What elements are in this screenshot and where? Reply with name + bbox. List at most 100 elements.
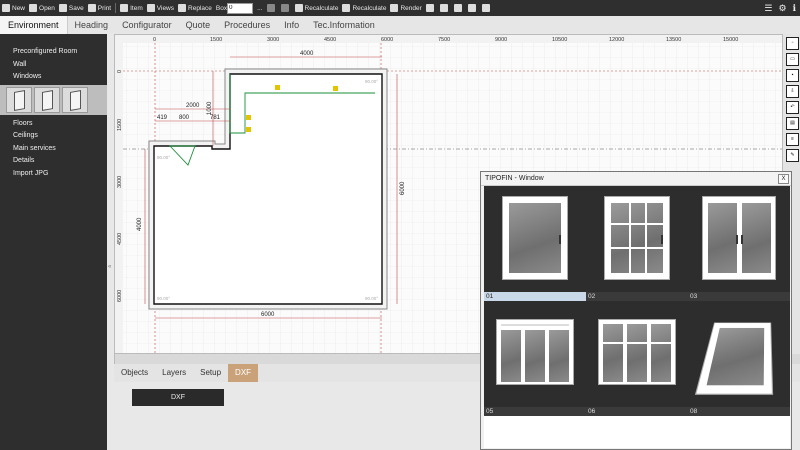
window-cell-03[interactable]: 03 xyxy=(688,186,790,301)
zoom-in-button[interactable] xyxy=(452,0,466,16)
frame-button[interactable] xyxy=(438,0,452,16)
x-tick: 13500 xyxy=(666,37,681,43)
window-preview xyxy=(502,196,568,280)
sidebar-item-wall[interactable]: Wall xyxy=(0,59,107,72)
window-thumb-1[interactable] xyxy=(6,86,32,113)
new-page-icon[interactable]: ▫ xyxy=(786,37,799,50)
zoom-fit-button[interactable] xyxy=(480,0,494,16)
tab-quote[interactable]: Quote xyxy=(179,16,218,34)
dxf-icon[interactable]: ▤ xyxy=(786,117,799,130)
tab-tec-information[interactable]: Tec.Information xyxy=(306,16,382,34)
menu-icon[interactable]: ☰ xyxy=(764,3,772,14)
dim-left-height: 4000 xyxy=(137,217,143,231)
sidebar-item-details[interactable]: Details xyxy=(0,155,107,168)
export-icon[interactable]: ⇩ xyxy=(786,85,799,98)
vertical-ruler xyxy=(115,35,123,353)
y-tick: 6000 xyxy=(117,290,123,302)
window-cell-08[interactable]: 08 xyxy=(688,301,790,416)
window-cell-06[interactable]: 06 xyxy=(586,301,688,416)
window-cell-02[interactable]: 02 xyxy=(586,186,688,301)
y-tick: 4500 xyxy=(117,233,123,245)
window-cell-05[interactable]: 05 xyxy=(484,301,586,416)
folder-icon xyxy=(29,4,38,12)
main-toolbar: New Open Save Print Item Views Replace B… xyxy=(0,0,800,16)
zoom-out-icon xyxy=(467,4,476,12)
dialog-titlebar[interactable]: TIPOFIN - Window X xyxy=(481,172,791,186)
box-field: Box xyxy=(214,0,255,16)
toolbar-right: ☰ ⚙ ℹ xyxy=(764,0,796,16)
folder-icon[interactable]: ▭ xyxy=(786,53,799,66)
tab-heading[interactable]: Heading xyxy=(68,16,116,34)
cell-label: 08 xyxy=(688,407,790,416)
new-button[interactable]: New xyxy=(0,0,27,16)
render-button[interactable]: Render xyxy=(388,0,423,16)
y-tick: 0 xyxy=(117,70,123,73)
render-icon xyxy=(390,4,399,12)
sidebar-item-floors[interactable]: Floors xyxy=(0,118,107,131)
views-icon xyxy=(146,4,155,12)
tab-dxf[interactable]: DXF xyxy=(228,364,259,382)
recalculate-icon xyxy=(294,4,303,12)
sidebar-item-windows[interactable]: Windows xyxy=(0,71,107,84)
dxf-button[interactable]: DXF xyxy=(132,389,224,406)
tab-procedures[interactable]: Procedures xyxy=(217,16,277,34)
more-button[interactable]: ... xyxy=(255,0,264,16)
sidebar-item-import-jpg[interactable]: Import JPG xyxy=(0,168,107,181)
tab-setup[interactable]: Setup xyxy=(193,364,228,382)
tab-environment[interactable]: Environment xyxy=(0,16,68,34)
new-file-icon xyxy=(2,4,10,12)
tab-info[interactable]: Info xyxy=(277,16,306,34)
dim-seg2: 800 xyxy=(179,115,190,121)
recalculate-button-1[interactable]: Recalculate xyxy=(293,0,341,16)
sidebar-item-preconfigured-room[interactable]: Preconfigured Room xyxy=(0,46,107,59)
x-tick: 9000 xyxy=(495,37,507,43)
camera-button[interactable] xyxy=(424,0,438,16)
item-button[interactable]: Item xyxy=(118,0,145,16)
dim-step-height: 1000 xyxy=(207,101,213,115)
info-icon[interactable]: ℹ xyxy=(793,3,796,14)
dim-top-width: 4000 xyxy=(300,51,314,57)
window-preview xyxy=(496,319,574,385)
x-tick: 4500 xyxy=(324,37,336,43)
save-icon[interactable]: ▪ xyxy=(786,69,799,82)
corner-angle: 90.00° xyxy=(365,79,378,84)
dim-left-width: 2000 xyxy=(186,103,200,109)
print-button[interactable]: Print xyxy=(86,0,113,16)
window-preview xyxy=(702,196,776,280)
corner-angle: 90.00° xyxy=(157,155,170,160)
undo-icon[interactable]: ↶ xyxy=(786,101,799,114)
tab-layers[interactable]: Layers xyxy=(155,364,193,382)
main-tabs: Environment Heading Configurator Quote P… xyxy=(0,16,800,35)
dialog-details xyxy=(484,416,790,448)
redo-button[interactable] xyxy=(279,0,293,16)
recalculate-button-2[interactable]: Recalculate xyxy=(340,0,388,16)
tab-objects[interactable]: Objects xyxy=(114,364,155,382)
list-icon[interactable]: ≡ xyxy=(786,133,799,146)
views-button[interactable]: Views xyxy=(145,0,176,16)
open-button[interactable]: Open xyxy=(27,0,57,16)
tab-configurator[interactable]: Configurator xyxy=(115,16,179,34)
cell-label: 05 xyxy=(484,407,586,416)
undo-button[interactable] xyxy=(265,0,279,16)
zoom-out-button[interactable] xyxy=(466,0,480,16)
dim-bottom-width: 6000 xyxy=(261,312,275,318)
window-thumb-2[interactable] xyxy=(34,86,60,113)
edit-icon[interactable]: ✎ xyxy=(786,149,799,162)
print-icon xyxy=(87,4,96,12)
cell-label: 02 xyxy=(586,292,688,301)
box-input[interactable] xyxy=(227,2,254,14)
save-button[interactable]: Save xyxy=(57,0,86,16)
window-preview xyxy=(604,196,670,280)
corner-angle: 90.00° xyxy=(365,296,378,301)
cell-label: 03 xyxy=(688,292,790,301)
window-thumb-3[interactable] xyxy=(62,86,88,113)
gear-icon[interactable]: ⚙ xyxy=(779,3,787,14)
window-cell-01[interactable]: 01 xyxy=(484,186,586,301)
sidebar-item-main-services[interactable]: Main services xyxy=(0,143,107,156)
collapse-icon[interactable]: « xyxy=(108,264,111,270)
sidebar: Preconfigured Room Wall Windows Floors C… xyxy=(0,34,107,450)
close-button[interactable]: X xyxy=(778,174,789,184)
sidebar-item-ceilings[interactable]: Ceilings xyxy=(0,130,107,143)
replace-button[interactable]: Replace xyxy=(176,0,214,16)
zoom-in-icon xyxy=(453,4,462,12)
